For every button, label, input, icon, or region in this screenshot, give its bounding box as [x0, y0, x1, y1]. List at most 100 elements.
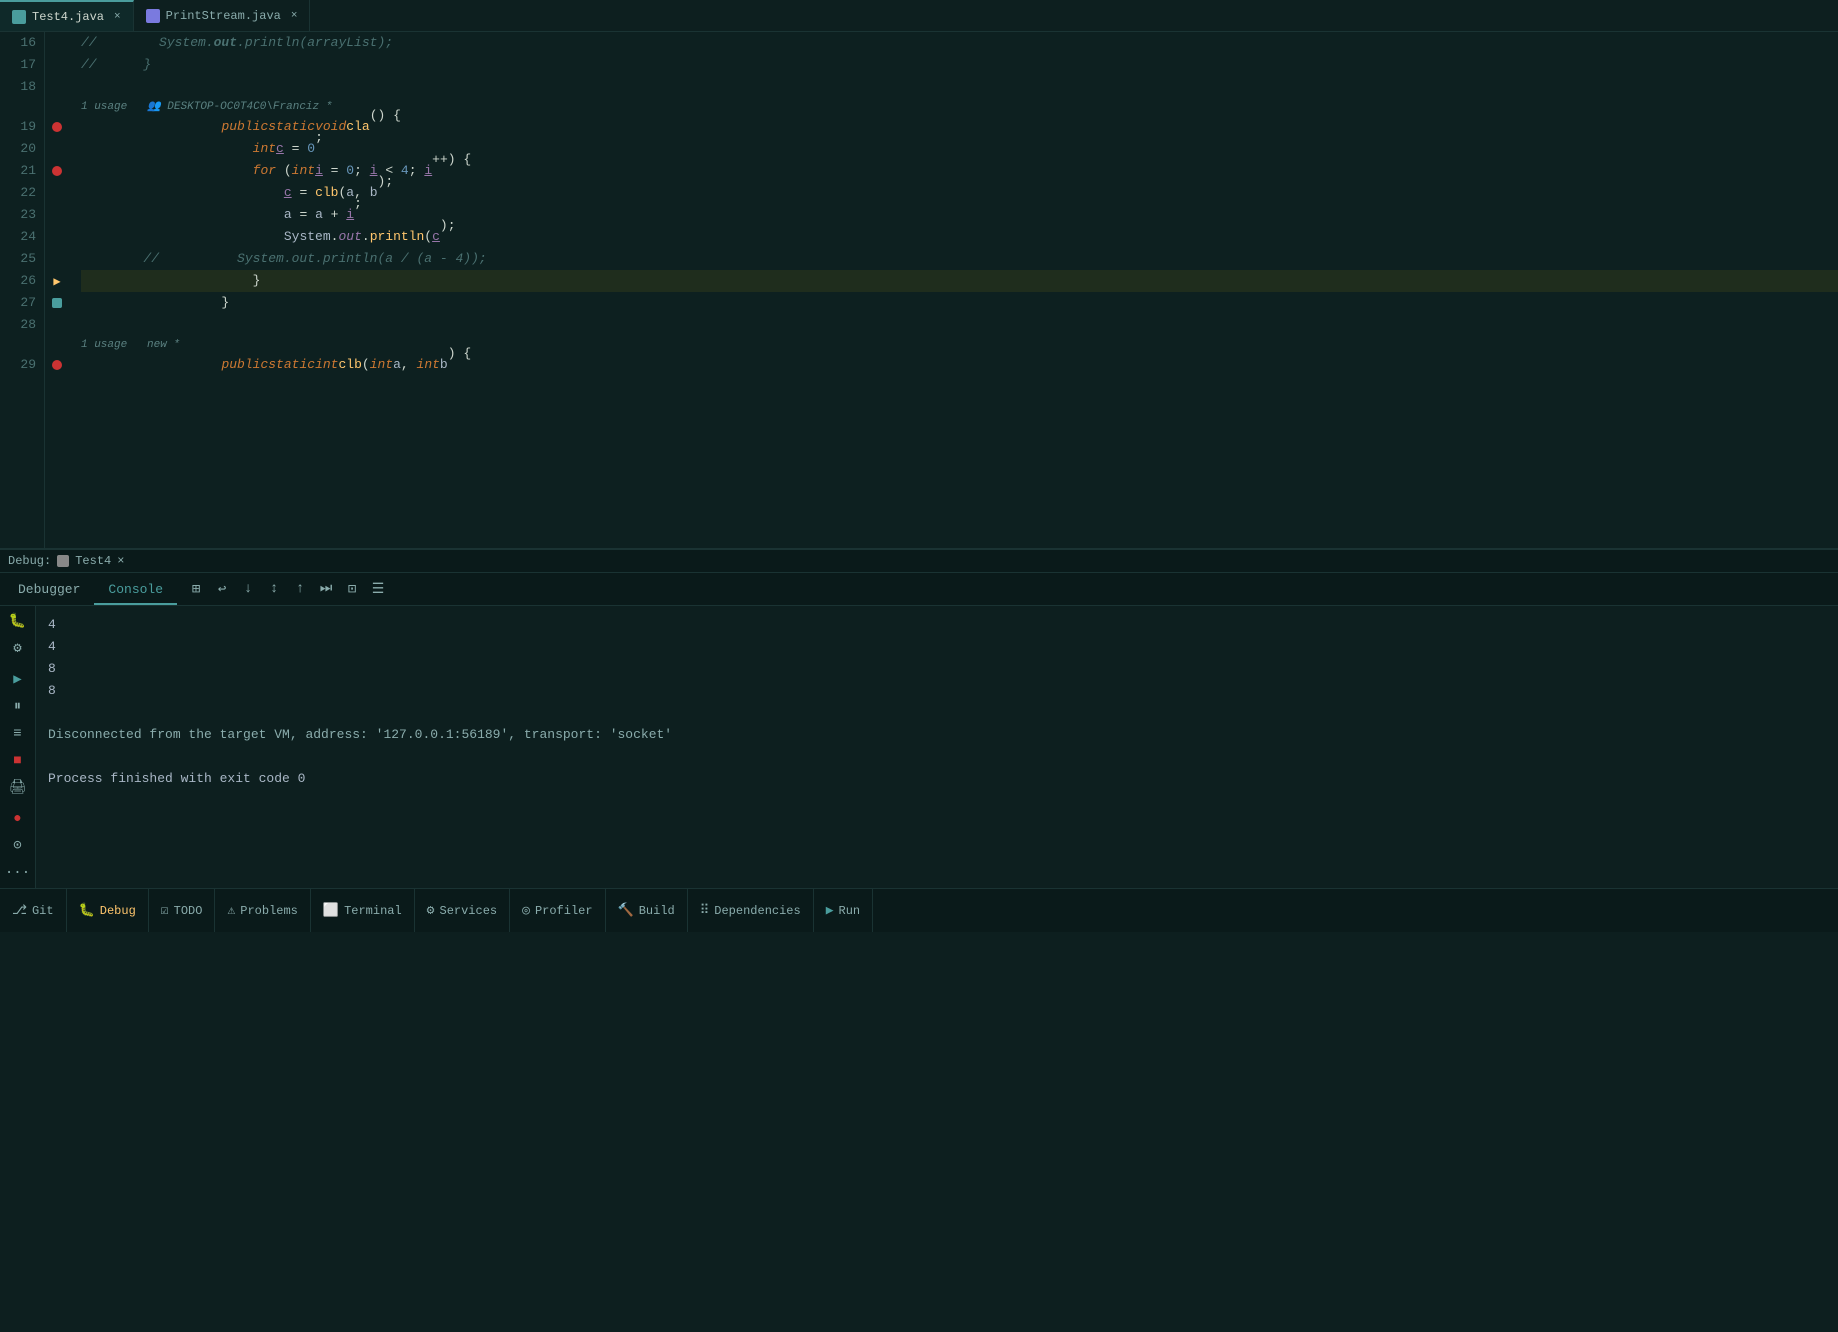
view-btn[interactable]: ⊡	[341, 578, 363, 600]
line-16: 16	[0, 32, 36, 54]
gutter-25[interactable]	[45, 248, 69, 270]
debug-content: 🐛 ⚙ ▶ ⏸ ≡ ■ 🖨 ● ⊙ ··· 4 4 8	[0, 606, 1838, 888]
main-area: 16 17 18 19 20 21 22 23 24 25 26 27 28 2…	[0, 32, 1838, 888]
debug-side-toolbar: 🐛 ⚙ ▶ ⏸ ≡ ■ 🖨 ● ⊙ ···	[0, 606, 36, 888]
debug-settings-btn[interactable]: ⚙	[5, 637, 31, 660]
run-label: Run	[839, 904, 861, 918]
dump-btn[interactable]: ⊙	[5, 834, 31, 857]
tab-test4-close[interactable]: ×	[114, 11, 121, 23]
restore-layout-btn[interactable]: ⊞	[185, 578, 207, 600]
gutter-27[interactable]	[45, 292, 69, 314]
tab-console[interactable]: Console	[94, 576, 177, 605]
resume-btn[interactable]: ⏭	[315, 578, 337, 600]
line-18: 18	[0, 76, 36, 98]
code-line-23: a = a + i;	[81, 204, 1838, 226]
line-20: 20	[0, 138, 36, 160]
tab-printstream-label: PrintStream.java	[166, 9, 281, 23]
breakpoint-19	[52, 122, 62, 132]
print-btn[interactable]: 🖨	[5, 776, 31, 799]
line-28: 28	[0, 314, 36, 336]
code-line-26: }	[81, 270, 1838, 292]
usage-hint-1: 1 usage 👥 DESKTOP-OC0T4C0\Franciz *	[81, 98, 1838, 116]
line-19: 19	[0, 116, 36, 138]
stop-btn[interactable]: ■	[5, 749, 31, 772]
todo-label: TODO	[174, 904, 203, 918]
resume-program-btn[interactable]: ▶	[5, 668, 31, 691]
line-23: 23	[0, 204, 36, 226]
gutter-19[interactable]	[45, 116, 69, 138]
settings-btn[interactable]: ☰	[367, 578, 389, 600]
console-line-2: 4	[48, 636, 1826, 658]
step-over2-btn[interactable]: ≡	[5, 722, 31, 745]
bottom-build[interactable]: 🔨 Build	[606, 889, 688, 932]
tab-debugger[interactable]: Debugger	[4, 576, 94, 605]
session-icon	[57, 555, 69, 567]
line-29: 29	[0, 354, 36, 376]
code-container: 16 17 18 19 20 21 22 23 24 25 26 27 28 2…	[0, 32, 1838, 548]
profiler-icon: ◎	[522, 903, 530, 918]
close-btn2[interactable]: ●	[5, 807, 31, 830]
tab-printstream-close[interactable]: ×	[291, 10, 298, 22]
code-line-29: public static int clb(int a, int b) {	[81, 354, 1838, 376]
run-icon: ▶	[826, 903, 834, 918]
usage-hint-2: 1 usage new *	[81, 336, 1838, 354]
bottom-dependencies[interactable]: ⠿ Dependencies	[688, 889, 814, 932]
tab-printstream[interactable]: PrintStream.java ×	[134, 0, 311, 31]
code-line-18	[81, 76, 1838, 98]
line-22: 22	[0, 182, 36, 204]
git-label: Git	[32, 904, 54, 918]
dependencies-icon: ⠿	[700, 903, 710, 918]
gutter-21[interactable]	[45, 160, 69, 182]
bottom-git[interactable]: ⎇ Git	[0, 889, 67, 932]
gutter-29[interactable]	[45, 354, 69, 376]
code-line-24: System.out.println(c);	[81, 226, 1838, 248]
gutter-24[interactable]	[45, 226, 69, 248]
tab-test4[interactable]: Test4.java ×	[0, 0, 134, 31]
line-26: 26	[0, 270, 36, 292]
step-up-btn[interactable]: ↑	[289, 578, 311, 600]
pause-btn[interactable]: ⏸	[5, 695, 31, 718]
code-content[interactable]: // System.out.println(arrayList); // } 1…	[69, 32, 1838, 548]
printstream-icon	[146, 9, 160, 23]
code-line-27: }	[81, 292, 1838, 314]
console-line-5	[48, 702, 1826, 724]
editor-area: 16 17 18 19 20 21 22 23 24 25 26 27 28 2…	[0, 32, 1838, 888]
gutter-28[interactable]	[45, 314, 69, 336]
bottom-terminal[interactable]: ⬜ Terminal	[311, 889, 415, 932]
bottom-run[interactable]: ▶ Run	[814, 889, 873, 932]
step-over-btn[interactable]: ↩	[211, 578, 233, 600]
gutter-17[interactable]	[45, 54, 69, 76]
services-icon: ⚙	[427, 903, 435, 918]
console-line-4: 8	[48, 680, 1826, 702]
bottom-bar: ⎇ Git 🐛 Debug ☑ TODO ⚠ Problems ⬜ Termin…	[0, 888, 1838, 932]
bottom-profiler[interactable]: ◎ Profiler	[510, 889, 605, 932]
console-output: 4 4 8 8 Disconnected from the target VM,…	[36, 606, 1838, 888]
console-line-process: Process finished with exit code 0	[48, 768, 1826, 790]
problems-icon: ⚠	[227, 903, 235, 918]
tab-bar: Test4.java × PrintStream.java ×	[0, 0, 1838, 32]
bottom-services[interactable]: ⚙ Services	[415, 889, 510, 932]
bottom-problems[interactable]: ⚠ Problems	[215, 889, 310, 932]
gutter: ▶	[45, 32, 69, 548]
gutter-20[interactable]	[45, 138, 69, 160]
gutter-23[interactable]	[45, 204, 69, 226]
debug-label: Debug	[100, 904, 136, 918]
debug-label: Debug:	[8, 554, 51, 568]
step-out-btn[interactable]: ↕	[263, 578, 285, 600]
gutter-16[interactable]	[45, 32, 69, 54]
console-line-6	[48, 746, 1826, 768]
gutter-26[interactable]: ▶	[45, 270, 69, 292]
debug-tabs: Debugger Console	[0, 573, 177, 605]
step-into-btn[interactable]: ↓	[237, 578, 259, 600]
bottom-todo[interactable]: ☑ TODO	[149, 889, 216, 932]
debug-panel: Debug: Test4 × Debugger Console ⊞ ↩ ↓ ↕	[0, 548, 1838, 888]
session-close[interactable]: ×	[117, 554, 124, 568]
gutter-18[interactable]	[45, 76, 69, 98]
bookmark-27	[52, 298, 62, 308]
gutter-22[interactable]	[45, 182, 69, 204]
more-btn[interactable]: ···	[5, 861, 31, 884]
debug-stop-btn[interactable]: 🐛	[5, 610, 31, 633]
line-numbers: 16 17 18 19 20 21 22 23 24 25 26 27 28 2…	[0, 32, 45, 548]
bottom-debug[interactable]: 🐛 Debug	[67, 889, 149, 932]
line-27: 27	[0, 292, 36, 314]
